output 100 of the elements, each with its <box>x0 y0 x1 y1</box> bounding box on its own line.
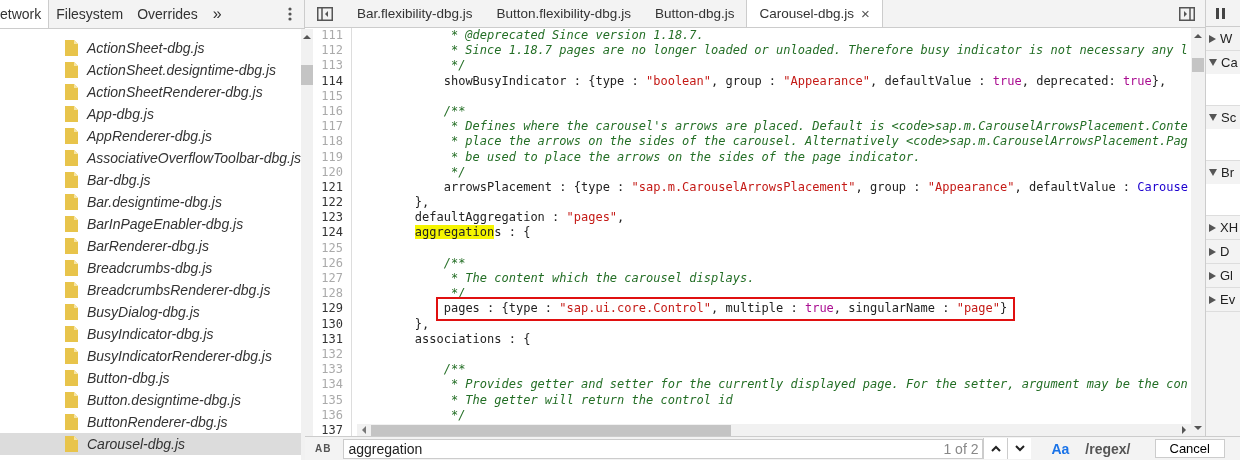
file-icon <box>65 194 78 210</box>
caret-down-icon <box>1014 445 1025 452</box>
file-item[interactable]: Button-dbg.js <box>0 367 301 389</box>
code-line: arrowsPlacement : {type : "sap.m.CarouselArrowsPlacement", group : "Appearance", defaultValue : Carouse <box>443 179 1188 196</box>
file-item[interactable]: AssociativeOverflowToolbar-dbg.js <box>0 147 301 169</box>
line-number: 132 <box>305 346 352 363</box>
file-item[interactable]: ButtonRenderer-dbg.js <box>0 411 301 433</box>
file-item[interactable]: ActionSheet-dbg.js <box>0 37 301 59</box>
panel-tab[interactable]: etwork <box>0 0 50 28</box>
file-item[interactable]: App-dbg.js <box>0 103 301 125</box>
cancel-button[interactable]: Cancel <box>1154 439 1225 458</box>
scrollbar-thumb[interactable] <box>1192 58 1204 72</box>
toggle-navigator-icon[interactable] <box>317 6 333 21</box>
line-number: 129 <box>305 301 352 317</box>
section-header[interactable]: Sc <box>1206 106 1240 129</box>
arrow-down-icon[interactable] <box>1194 425 1202 431</box>
section-header[interactable]: Ca <box>1206 51 1240 74</box>
file-item[interactable]: BreadcrumbsRenderer-dbg.js <box>0 279 301 301</box>
line-number: 134 <box>305 377 352 393</box>
scrollbar[interactable] <box>1191 28 1205 436</box>
line-number: 116 <box>305 103 352 120</box>
file-icon <box>65 326 78 342</box>
line-number: 124 <box>305 225 352 241</box>
file-icon <box>65 84 78 100</box>
line-number: 121 <box>305 179 352 196</box>
file-item[interactable]: Button.designtime-dbg.js <box>0 389 301 411</box>
code-line: associations : { <box>414 331 531 347</box>
file-item[interactable]: Bar.designtime-dbg.js <box>0 191 301 213</box>
file-item[interactable]: Bar-dbg.js <box>0 169 301 191</box>
section-header[interactable]: Br <box>1206 161 1240 184</box>
file-tab[interactable]: Button.flexibility-dbg.js <box>484 0 643 27</box>
replace-toggle[interactable]: AB <box>315 443 332 454</box>
file-item[interactable]: BarInPageEnabler-dbg.js <box>0 213 301 235</box>
arrow-up-icon[interactable] <box>1194 33 1202 39</box>
search-field[interactable]: aggregation 1 of 2 <box>343 438 984 459</box>
scrollbar[interactable] <box>357 423 1191 436</box>
code-line: /** <box>443 255 466 271</box>
file-item[interactable]: BusyIndicator-dbg.js <box>0 323 301 345</box>
line-number: 127 <box>305 271 352 287</box>
toggle-debugger-icon[interactable] <box>1179 6 1195 21</box>
code-line: * be used to place the arrows on the sides of the page indicator. <box>450 149 921 165</box>
line-number: 126 <box>305 255 352 271</box>
line-number: 133 <box>305 362 352 378</box>
file-icon <box>65 370 78 386</box>
scrollbar[interactable] <box>301 29 313 460</box>
file-icon <box>65 436 78 452</box>
line-number: 111 <box>305 28 352 44</box>
caret-up-icon <box>990 445 1001 452</box>
file-icon <box>65 128 78 144</box>
panel-tab[interactable]: Overrides <box>130 0 205 28</box>
file-item[interactable]: BusyDialog-dbg.js <box>0 301 301 323</box>
regex-button[interactable]: /regex/ <box>1081 440 1135 457</box>
more-options-icon[interactable] <box>288 7 292 21</box>
file-item[interactable]: ActionSheet.designtime-dbg.js <box>0 59 301 81</box>
line-number: 130 <box>305 316 352 332</box>
file-tab[interactable]: Button-dbg.js <box>642 0 747 27</box>
arrow-right-icon[interactable] <box>1181 426 1187 435</box>
code-line: */ <box>450 164 466 180</box>
panel-tab[interactable]: Filesystem <box>49 0 131 28</box>
file-item[interactable]: BarRenderer-dbg.js <box>0 235 301 257</box>
line-number: 122 <box>305 195 352 211</box>
line-number: 136 <box>305 407 352 423</box>
line-number: 118 <box>305 134 352 150</box>
scrollbar-thumb[interactable] <box>301 65 313 85</box>
line-number: 112 <box>305 43 352 59</box>
code-line: * Since 1.18.7 pages are no longer loaded or unloaded. Therefore busy indicator is not necessary any l <box>450 43 1188 59</box>
line-number: 115 <box>305 88 352 104</box>
line-number: 135 <box>305 392 352 408</box>
more-tabs-button[interactable]: » <box>212 5 222 23</box>
file-item[interactable]: ActionSheetRenderer-dbg.js <box>0 81 301 103</box>
code-line: }, <box>414 316 430 332</box>
file-item[interactable]: BusyIndicatorRenderer-dbg.js <box>0 345 301 367</box>
previous-match-button[interactable] <box>983 438 1008 459</box>
file-icon <box>65 282 78 298</box>
close-tab-button[interactable]: × <box>861 5 870 22</box>
file-item[interactable]: Carousel-dbg.js <box>0 433 301 455</box>
next-match-button[interactable] <box>1007 438 1032 459</box>
pause-icon[interactable] <box>1216 7 1225 19</box>
file-tab[interactable]: Carousel-dbg.js × <box>746 0 883 27</box>
code-line: defaultAggregation : "pages", <box>414 210 625 226</box>
line-number: 113 <box>305 58 352 74</box>
line-number: 120 <box>305 164 352 180</box>
file-icon <box>65 106 78 122</box>
line-number: 119 <box>305 149 352 165</box>
file-tab[interactable]: Bar.flexibility-dbg.js <box>345 0 485 27</box>
line-number: 114 <box>305 73 352 89</box>
code-line: /** <box>443 362 466 378</box>
scrollbar-thumb[interactable] <box>371 424 731 436</box>
file-item[interactable]: Breadcrumbs-dbg.js <box>0 257 301 279</box>
code-line: }, <box>414 195 430 211</box>
match-case-button[interactable]: Aa <box>1047 440 1074 457</box>
code-line: * @deprecated Since version 1.18.7. <box>450 28 704 44</box>
code-line: * Provides getter and setter for the currently displayed page. For the setter, argument may be the con <box>450 377 1188 393</box>
file-item[interactable]: AppRenderer-dbg.js <box>0 125 301 147</box>
arrow-left-icon[interactable] <box>361 426 367 435</box>
arrow-up-icon[interactable] <box>303 34 311 40</box>
line-number: 131 <box>305 331 352 347</box>
file-icon <box>65 238 78 254</box>
line-number: 117 <box>305 119 352 135</box>
code-line: aggregations : { <box>414 225 531 241</box>
